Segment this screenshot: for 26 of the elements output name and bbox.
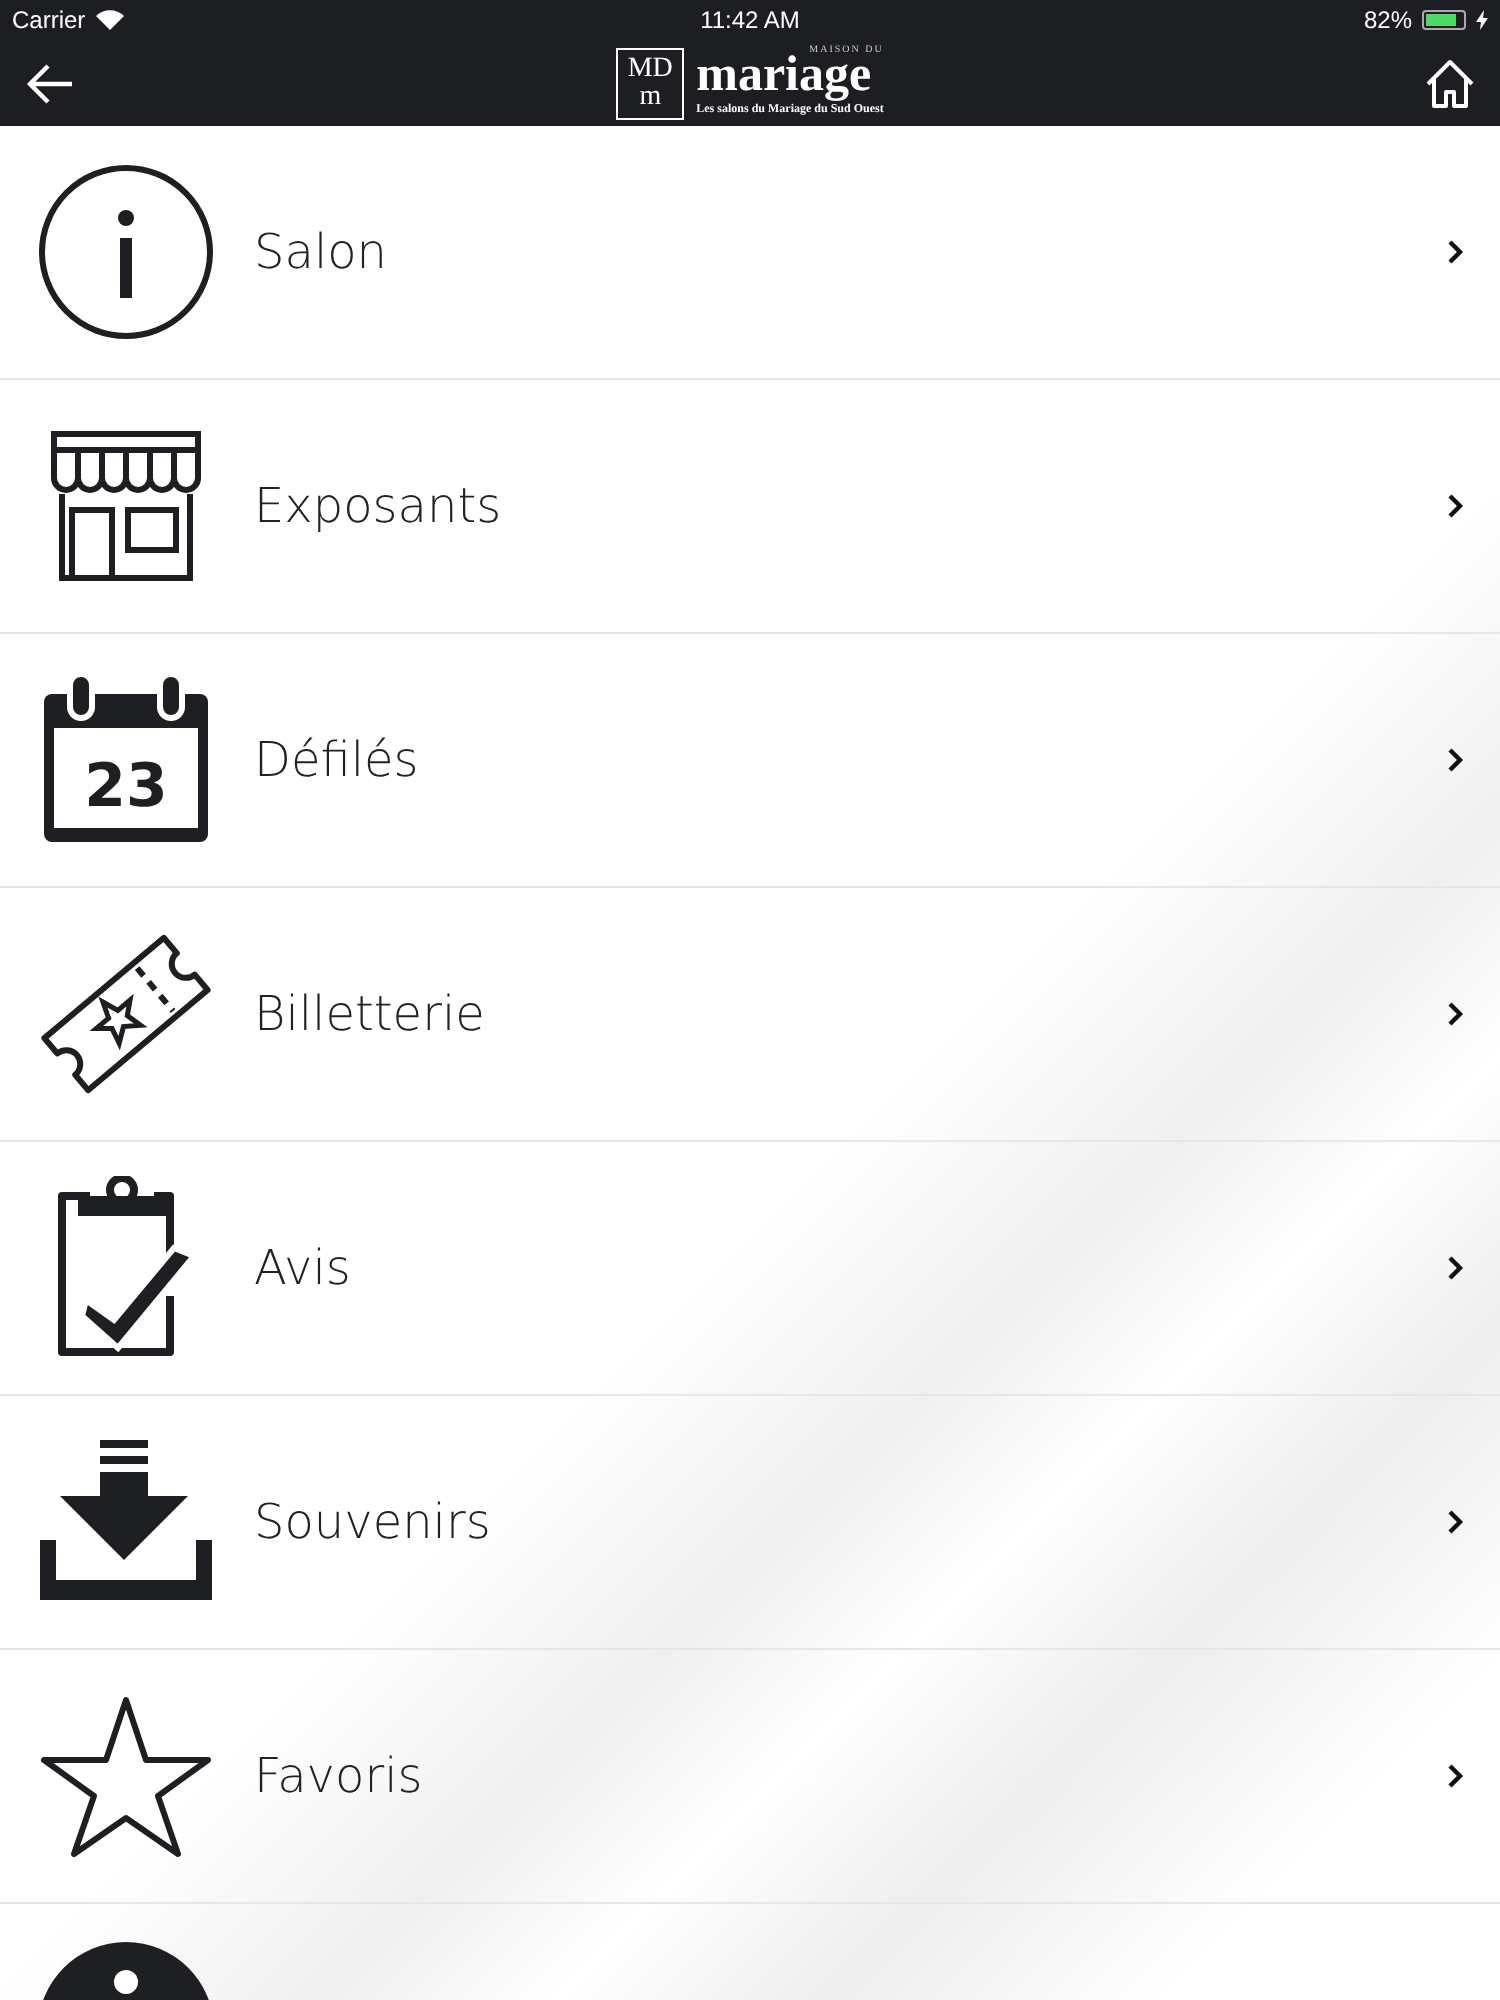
menu-item[interactable]: Souvenirs [0,1396,1500,1650]
charging-icon [1476,10,1488,30]
wifi-icon [95,10,124,30]
chevron-icon [1448,1510,1464,1534]
chevron-icon [1448,1002,1464,1026]
menu-item[interactable]: Favoris [0,1650,1500,1904]
chevron-icon [1448,494,1464,518]
logo-name: mariage [696,56,872,96]
logo-monogram: MD m [616,47,685,119]
carrier-name: Carrier [12,6,86,34]
shop-icon [48,430,204,582]
menu-item[interactable]: 23 Défilés [0,634,1500,888]
menu-item[interactable]: Exposants [0,380,1500,634]
menu-item[interactable]: Avis [0,1142,1500,1396]
battery-icon [1422,10,1466,30]
chevron-icon [1448,1764,1464,1788]
menu-item[interactable]: Salon [0,126,1500,380]
info-icon [38,164,214,340]
battery-percentage: 82% [1363,6,1412,34]
menu-item[interactable]: Billetterie [0,888,1500,1142]
clock-time: 11:42 AM [700,6,800,34]
chevron-icon [1448,1256,1464,1280]
chevron-icon [1448,240,1464,264]
chevron-icon [1448,748,1464,772]
download-icon [36,1440,216,1604]
star-icon [40,1694,212,1858]
